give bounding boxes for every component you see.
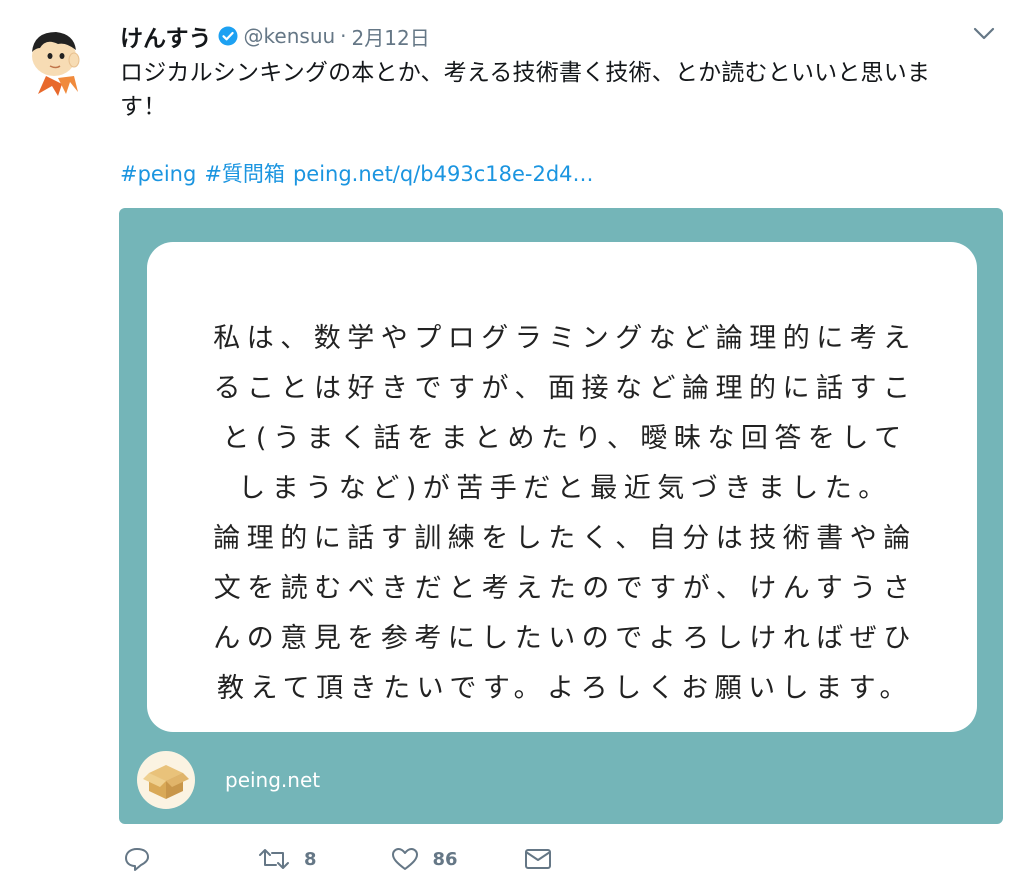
tweet-links: #peing #質問箱 peing.net/q/b493c18e-2d4… [120,158,602,188]
verified-badge-icon [218,26,238,46]
avatar-illustration [32,32,80,96]
hashtag-link[interactable]: #peing [120,162,196,186]
tweet-text: ロジカルシンキングの本とか、考える技術書く技術、とか読むといいと思いま す！ [120,56,990,124]
reply-button[interactable] [124,847,154,871]
link-card[interactable]: 私は、数学やプログラミングなど論理的に考え ることは好きですが、面接など論理的に… [119,208,1003,824]
question-line: 論理的に話す訓練をしたく、自分は技術書や論 [213,523,917,554]
tweet-text-line: す！ [120,94,167,120]
envelope-icon [524,849,551,869]
avatar[interactable] [28,26,90,96]
heart-icon [391,848,418,870]
question-text: 私は、数学やプログラミングなど論理的に考え ることは好きですが、面接など論理的に… [185,314,945,714]
question-box: 私は、数学やプログラミングなど論理的に考え ることは好きですが、面接など論理的に… [147,242,977,732]
retweet-button[interactable]: 8 [258,848,317,870]
user-handle[interactable]: @kensuu [244,24,336,48]
reply-icon [125,848,149,871]
question-line: ることは好きですが、面接など論理的に話すこ [213,373,917,404]
question-line: と(うまく話をまとめたり、曖昧な回答をして [222,423,908,454]
tweet-date[interactable]: 2月12日 [352,22,430,51]
retweet-icon [259,849,289,869]
direct-message-button[interactable] [524,848,552,870]
header-separator: · [340,24,347,48]
action-bar: 8 86 [124,844,552,874]
site-name: peing.net [225,768,321,792]
like-count: 86 [432,848,458,870]
hashtag-link[interactable]: #質問箱 [204,162,285,186]
tweet-text-line: ロジカルシンキングの本とか、考える技術書く技術、とか読むといいと思いま [120,60,931,86]
question-line: んの意見を参考にしたいのでよろしければぜひ [213,623,917,654]
question-line: しまうなど)が苦手だと最近気づきました。 [238,473,892,504]
tweet-header: けんすう @kensuu · 2月12日 [120,20,430,52]
question-line: 教えて頂きたいです。よろしくお願いします。 [217,673,913,704]
url-link[interactable]: peing.net/q/b493c18e-2d4… [293,162,594,186]
card-footer: peing.net [137,750,320,810]
like-button[interactable]: 86 [391,847,458,871]
question-line: 文を読むべきだと考えたのですが、けんすうさ [213,573,917,604]
retweet-count: 8 [304,848,317,870]
box-icon [137,751,195,809]
chevron-down-icon[interactable] [972,26,996,42]
display-name[interactable]: けんすう [120,19,212,53]
question-line: 私は、数学やプログラミングなど論理的に考え [213,323,917,354]
